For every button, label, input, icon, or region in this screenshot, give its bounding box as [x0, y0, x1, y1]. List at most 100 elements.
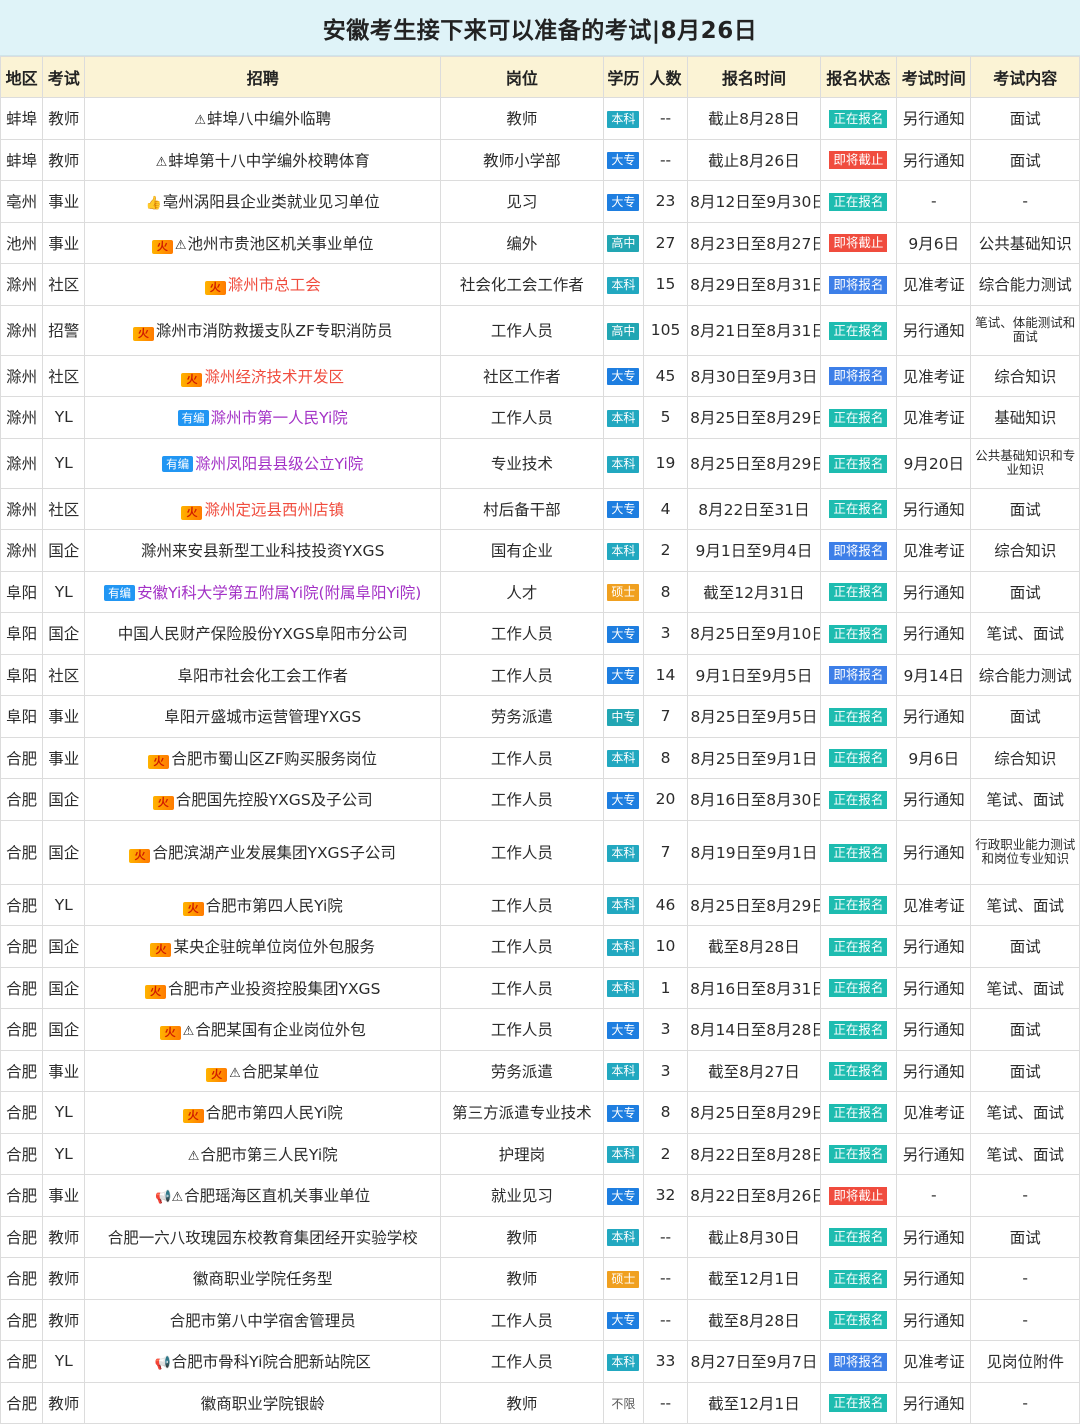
recruit-cell[interactable]: 火合肥国先控股YXGS及子公司 — [84, 778, 442, 821]
table-row[interactable]: 合肥 YL 📢合肥市骨科Yi院合肥新站院区 工作人员 本科 33 8月27日至9月7日 即将报… — [0, 1340, 1080, 1383]
recruit-cell[interactable]: 火合肥市产业投资控股集团YXGS — [84, 966, 442, 1009]
recruit-name[interactable]: 合肥市第三人民Yi院 — [200, 1146, 337, 1164]
recruit-cell[interactable]: 火滁州市总工会 — [84, 263, 442, 306]
recruit-name[interactable]: 合肥某单位 — [242, 1063, 320, 1081]
recruit-cell[interactable]: 火合肥滨湖产业发展集团YXGS子公司 — [84, 819, 442, 885]
recruit-name[interactable]: 亳州涡阳县企业类就业见习单位 — [163, 193, 380, 211]
recruit-cell[interactable]: 📢⚠合肥瑶海区直机关事业单位 — [84, 1174, 442, 1217]
table-row[interactable]: 合肥 教师 合肥一六八玫瑰园东校教育集团经开实验学校 教师 本科 -- 截止8月30日 正在报… — [0, 1215, 1080, 1258]
table-row[interactable]: 滁州 YL 有编 滁州市第一人民Yi院 工作人员 本科 5 8月25日至8月29日 正在报名 见准… — [0, 396, 1080, 439]
recruit-name[interactable]: 合肥市第四人民Yi院 — [206, 897, 343, 915]
post-cell: 工作人员 — [440, 966, 604, 1009]
recruit-name[interactable]: 阜阳市社会化工会工作者 — [177, 667, 348, 685]
recruit-cell[interactable]: ⚠合肥市第三人民Yi院 — [84, 1132, 442, 1175]
recruit-cell[interactable]: 阜阳亓盛城市运营管理YXGS — [84, 695, 442, 738]
recruit-name[interactable]: 合肥市第八中学宿舍管理员 — [170, 1312, 356, 1330]
recruit-name[interactable]: 蚌埠八中编外临聘 — [207, 110, 331, 128]
table-row[interactable]: 合肥 国企火合肥滨湖产业发展集团YXGS子公司 工作人员 本科 7 8月19日至9月1日正… — [0, 819, 1080, 885]
table-row[interactable]: 合肥 YL 火合肥市第四人民Yi院 第三方派遣专业技术 大专 8 8月25日至8月29日 正在… — [0, 1091, 1080, 1134]
recruit-name[interactable]: 蚌埠第十八中学编外校聘体育 — [168, 152, 370, 170]
recruit-name[interactable]: 合肥一六八玫瑰园东校教育集团经开实验学校 — [108, 1229, 418, 1247]
recruit-name[interactable]: 池州市贵池区机关事业单位 — [188, 235, 374, 253]
recruit-name[interactable]: 滁州凤阳县县级公立Yi院 — [195, 455, 363, 473]
recruit-cell[interactable]: 火滁州市消防救援支队ZF专职消防员 — [84, 304, 442, 356]
recruit-name[interactable]: 滁州市消防救援支队ZF专职消防员 — [156, 322, 393, 340]
table-row[interactable]: 阜阳 YL 有编 安徽Yi科大学第五附属Yi院(附属阜阳Yi院) 人才 硕士 8 截至12月3… — [0, 570, 1080, 613]
table-row[interactable]: 滁州 国企 滁州来安县新型工业科技投资YXGS 国有企业 本科 2 9月1日至9月4日 即将报… — [0, 529, 1080, 572]
table-row[interactable]: 合肥 国企火某央企驻皖单位岗位外包服务 工作人员 本科 10 截至8月28日 正在报名 另行通… — [0, 925, 1080, 968]
table-row[interactable]: 阜阳 国企 中国人民财产保险股份YXGS阜阳市分公司 工作人员 大专 3 8月25日至9月1… — [0, 612, 1080, 655]
recruit-name[interactable]: 合肥市骨科Yi院合肥新站院区 — [172, 1353, 371, 1371]
recruit-cell[interactable]: ⚠蚌埠八中编外临聘 — [84, 97, 442, 140]
table-row[interactable]: 亳州 事业 👍亳州涡阳县企业类就业见习单位 见习 大专 23 8月12日至9月30日 正在报名… — [0, 180, 1080, 223]
table-row[interactable]: 池州 事业火 ⚠池州市贵池区机关事业单位 编外 高中 27 8月23日至8月27日 即将截止 9… — [0, 221, 1080, 264]
table-row[interactable]: 合肥 教师 徽商职业学院银龄 教师 不限 -- 截至12月1日 正在报名 另行通知 - — [0, 1381, 1080, 1424]
recruit-name[interactable]: 中国人民财产保险股份YXGS阜阳市分公司 — [118, 625, 408, 643]
recruit-cell[interactable]: 火合肥市第四人民Yi院 — [84, 1091, 442, 1134]
table-row[interactable]: 滁州 社区火滁州定远县西州店镇 村后备干部 大专 4 8月22日至31日 正在报名 另行通知面… — [0, 487, 1080, 530]
exam-type-cell: 国企 — [42, 925, 86, 968]
table-row[interactable]: 合肥 YL ⚠合肥市第三人民Yi院 护理岗 本科 2 8月22日至8月28日 正在报名 另行通知… — [0, 1132, 1080, 1175]
table-row[interactable]: 合肥 国企火合肥市产业投资控股集团YXGS 工作人员 本科 1 8月16日至8月31日 正在… — [0, 966, 1080, 1009]
recruit-cell[interactable]: 有编 安徽Yi科大学第五附属Yi院(附属阜阳Yi院) — [84, 570, 442, 613]
recruit-cell[interactable]: 火滁州定远县西州店镇 — [84, 487, 442, 530]
table-row[interactable]: 合肥 YL 火合肥市第四人民Yi院 工作人员 本科 46 8月25日至8月29日 正在报名 见准… — [0, 883, 1080, 926]
recruit-cell[interactable]: 滁州来安县新型工业科技投资YXGS — [84, 529, 442, 572]
region-cell: 合肥 — [0, 1257, 44, 1300]
table-row[interactable]: 滁州 社区火滁州市总工会 社会化工会工作者 本科 15 8月29日至8月31日 即将报名 见准… — [0, 263, 1080, 306]
recruit-cell[interactable]: 阜阳市社会化工会工作者 — [84, 653, 442, 696]
recruit-name[interactable]: 某央企驻皖单位岗位外包服务 — [173, 938, 375, 956]
recruit-cell[interactable]: 有编 滁州市第一人民Yi院 — [84, 396, 442, 439]
recruit-name[interactable]: 合肥瑶海区直机关事业单位 — [184, 1187, 370, 1205]
recruit-cell[interactable]: ⚠蚌埠第十八中学编外校聘体育 — [84, 138, 442, 181]
recruit-name[interactable]: 徽商职业学院任务型 — [193, 1270, 333, 1288]
recruit-name[interactable]: 合肥市蜀山区ZF购买服务岗位 — [171, 750, 377, 768]
recruit-name[interactable]: 合肥国先控股YXGS及子公司 — [176, 791, 373, 809]
table-row[interactable]: 合肥 事业火 ⚠合肥某单位 劳务派遣 本科 3 截至8月27日 正在报名 另行通知 面试 — [0, 1049, 1080, 1092]
recruit-name[interactable]: 安徽Yi科大学第五附属Yi院(附属阜阳Yi院) — [137, 584, 421, 602]
recruit-cell[interactable]: 合肥一六八玫瑰园东校教育集团经开实验学校 — [84, 1215, 442, 1258]
recruit-name[interactable]: 滁州来安县新型工业科技投资YXGS — [141, 542, 384, 560]
table-row[interactable]: 合肥 国企火 ⚠合肥某国有企业岗位外包 工作人员 大专 3 8月14日至8月28日 正在报名另… — [0, 1008, 1080, 1051]
recruit-name[interactable]: 徽商职业学院银龄 — [201, 1395, 325, 1413]
recruit-name[interactable]: 滁州市总工会 — [228, 276, 321, 294]
recruit-name[interactable]: 合肥滨湖产业发展集团YXGS子公司 — [152, 844, 395, 862]
exam-type-cell: YL — [42, 570, 86, 613]
table-row[interactable]: 合肥 教师 徽商职业学院任务型 教师 硕士 -- 截至12月1日 正在报名 另行通知 - — [0, 1257, 1080, 1300]
recruit-cell[interactable]: 火 ⚠合肥某单位 — [84, 1049, 442, 1092]
recruit-cell[interactable]: 火合肥市第四人民Yi院 — [84, 883, 442, 926]
recruit-cell[interactable]: 火滁州经济技术开发区 — [84, 354, 442, 397]
recruit-name[interactable]: 合肥市第四人民Yi院 — [206, 1104, 343, 1122]
recruit-cell[interactable]: 合肥市第八中学宿舍管理员 — [84, 1298, 442, 1341]
table-row[interactable]: 阜阳 社区 阜阳市社会化工会工作者 工作人员 大专 14 9月1日至9月5日 即将报名 9月14… — [0, 653, 1080, 696]
recruit-name[interactable]: 滁州经济技术开发区 — [204, 368, 344, 386]
recruit-cell[interactable]: 有编 滁州凤阳县县级公立Yi院 — [84, 437, 442, 489]
recruit-cell[interactable]: 👍亳州涡阳县企业类就业见习单位 — [84, 180, 442, 223]
table-row[interactable]: 蚌埠 教师 ⚠蚌埠第十八中学编外校聘体育 教师小学部 大专 -- 截止8月26日 即将截止 另行… — [0, 138, 1080, 181]
table-row[interactable]: 滁州 社区火滁州经济技术开发区 社区工作者 大专 45 8月30日至9月3日 即将报名 见准考… — [0, 354, 1080, 397]
recruit-cell[interactable]: 📢合肥市骨科Yi院合肥新站院区 — [84, 1340, 442, 1383]
education-cell: 本科 — [602, 97, 644, 140]
table-row[interactable]: 滁州 YL 有编 滁州凤阳县县级公立Yi院 专业技术 本科 19 8月25日至8月29日 正在报… — [0, 437, 1080, 489]
post-cell: 工作人员 — [440, 1340, 604, 1383]
recruit-name[interactable]: 滁州市第一人民Yi院 — [211, 409, 348, 427]
recruit-name[interactable]: 阜阳亓盛城市运营管理YXGS — [164, 708, 361, 726]
table-row[interactable]: 阜阳 事业 阜阳亓盛城市运营管理YXGS 劳务派遣 中专 7 8月25日至9月5日 正在报名另… — [0, 695, 1080, 738]
table-row[interactable]: 合肥 事业火合肥市蜀山区ZF购买服务岗位 工作人员 本科 8 8月25日至9月1日 正在报名… — [0, 736, 1080, 779]
table-row[interactable]: 合肥 教师 合肥市第八中学宿舍管理员 工作人员 大专 -- 截至8月28日 正在报名 另行通知 - — [0, 1298, 1080, 1341]
recruit-name[interactable]: 合肥某国有企业岗位外包 — [195, 1021, 366, 1039]
table-row[interactable]: 合肥 事业 📢⚠合肥瑶海区直机关事业单位 就业见习 大专 32 8月22日至8月26日 即将截… — [0, 1174, 1080, 1217]
recruit-cell[interactable]: 火合肥市蜀山区ZF购买服务岗位 — [84, 736, 442, 779]
recruit-cell[interactable]: 火 ⚠池州市贵池区机关事业单位 — [84, 221, 442, 264]
recruit-cell[interactable]: 火某央企驻皖单位岗位外包服务 — [84, 925, 442, 968]
recruit-name[interactable]: 合肥市产业投资控股集团YXGS — [168, 980, 380, 998]
region-cell: 合肥 — [0, 925, 44, 968]
recruit-cell[interactable]: 中国人民财产保险股份YXGS阜阳市分公司 — [84, 612, 442, 655]
recruit-cell[interactable]: 火 ⚠合肥某国有企业岗位外包 — [84, 1008, 442, 1051]
recruit-cell[interactable]: 徽商职业学院银龄 — [84, 1381, 442, 1424]
table-row[interactable]: 合肥 国企火合肥国先控股YXGS及子公司 工作人员 大专 20 8月16日至8月30日 正在… — [0, 778, 1080, 821]
table-row[interactable]: 滁州 招警火滁州市消防救援支队ZF专职消防员 工作人员 高中 105 8月21日至8月31… — [0, 304, 1080, 356]
table-row[interactable]: 蚌埠 教师 ⚠蚌埠八中编外临聘 教师 本科 -- 截止8月28日 正在报名 另行通知 面试 — [0, 97, 1080, 140]
recruit-cell[interactable]: 徽商职业学院任务型 — [84, 1257, 442, 1300]
recruit-name[interactable]: 滁州定远县西州店镇 — [204, 501, 344, 519]
